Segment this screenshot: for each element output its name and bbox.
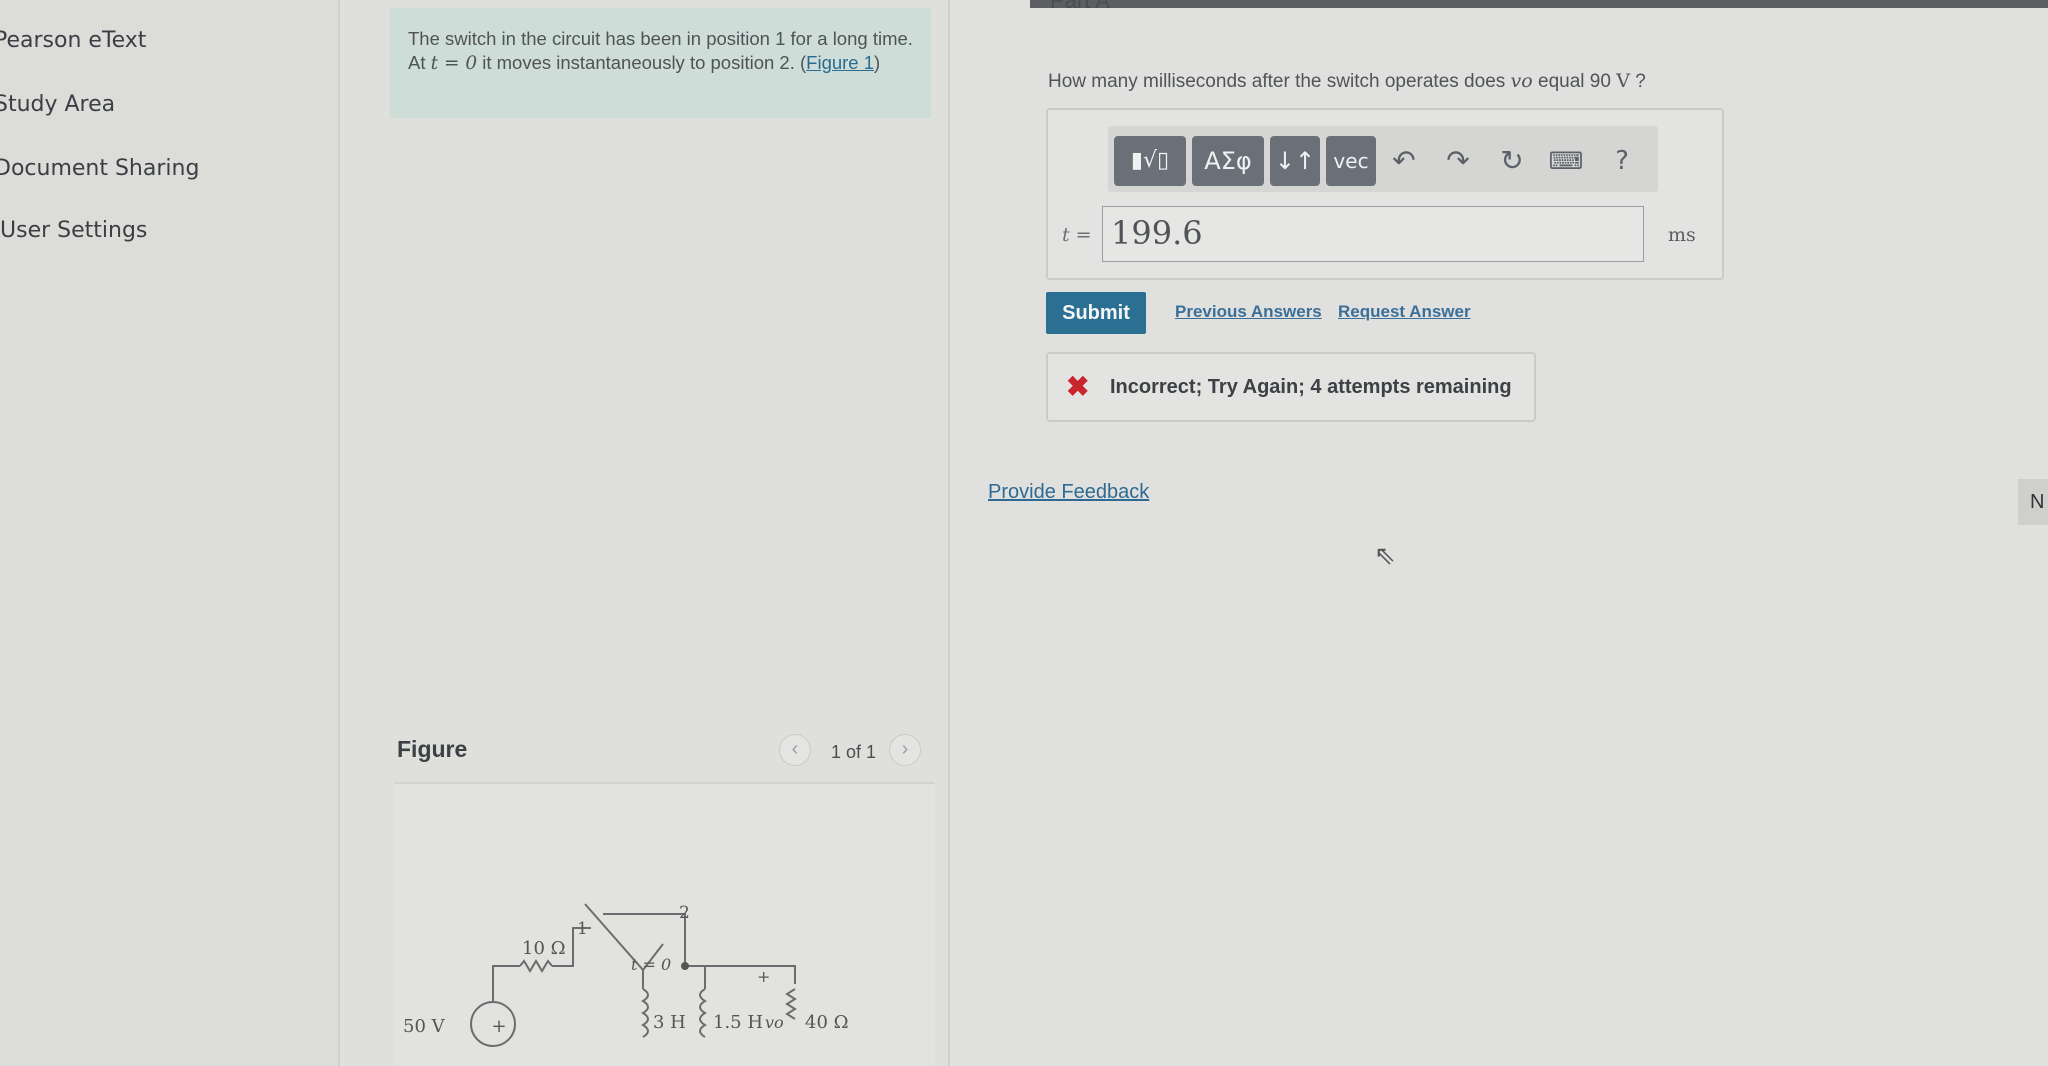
junction-node [681,962,689,970]
submit-button[interactable]: Submit [1046,292,1146,334]
nav-study-area[interactable]: Study Area [0,92,115,117]
templates-icon: ▮√▯ [1130,148,1170,173]
r2-label: 40 Ω [805,1012,849,1033]
subscript-button[interactable]: ↓↑ [1270,136,1320,186]
vo-plus-label: + [757,967,770,986]
vector-button[interactable]: vec [1326,136,1376,186]
templates-button[interactable]: ▮√▯ [1114,136,1186,186]
answer-unit-label: ms [1668,224,1696,246]
figure-prev-button[interactable]: ‹ [779,734,811,766]
pos1-label: 1 [577,919,588,939]
chevron-right-icon: › [901,738,909,760]
figure-link[interactable]: Figure 1 [806,52,874,73]
next-tab[interactable]: N [2018,479,2048,525]
problem-intro-box: The switch in the circuit has been in po… [390,8,931,118]
resistor-40-symbol [785,988,797,1020]
previous-answers-link[interactable]: Previous Answers [1175,302,1322,322]
feedback-box: ✖ Incorrect; Try Again; 4 attempts remai… [1046,352,1536,422]
question-var: vo [1510,70,1533,92]
math-toolbar: ▮√▯ ΑΣφ ↓↑ vec ↶ ↷ ↻ ⌨ ? [1108,126,1658,192]
source-label: 50 V [403,1016,446,1037]
inductor-1-5h-symbol [699,988,707,1038]
question-unit: V [1616,70,1630,92]
figure-pager: 1 of 1 [831,742,877,762]
nav-pearson-etext[interactable]: Pearson eText [0,28,146,53]
nav-user-settings[interactable]: User Settings [0,218,147,243]
svg-text:+: + [491,1016,506,1037]
request-answer-link[interactable]: Request Answer [1338,302,1471,322]
feedback-message: Incorrect; Try Again; 4 attempts remaini… [1110,376,1512,398]
part-label[interactable]: Part A [1050,0,1110,14]
circuit-diagram: + 50 V 10 Ω 1 2 t = 0 3 H 1.5 H vo + 40 … [403,903,849,1047]
intro-math: t = 0 [430,53,478,74]
answer-box: ▮√▯ ΑΣφ ↓↑ vec ↶ ↷ ↻ ⌨ ? t = 199.6 ms [1046,108,1724,280]
l2-label: 1.5 H [713,1012,763,1033]
greek-symbols-button[interactable]: ΑΣφ [1192,136,1264,186]
problem-statement: The switch in the circuit has been in po… [408,28,913,74]
switch-time-label: t = 0 [631,955,671,974]
provide-feedback-link[interactable]: Provide Feedback [988,481,1149,504]
keyboard-icon[interactable]: ⌨ [1544,136,1588,186]
undo-icon[interactable]: ↶ [1382,136,1426,186]
x-icon: ✖ [1066,371,1090,402]
answer-variable-label: t = [1062,224,1092,246]
figure-title: Figure [397,736,468,762]
help-button[interactable]: ? [1600,136,1644,186]
nav-document-sharing[interactable]: Document Sharing [0,156,199,181]
mouse-cursor-icon: ⇖ [1374,540,1396,570]
figure-next-button[interactable]: › [889,734,921,766]
vo-label: vo [765,1013,784,1032]
answer-panel: Part A How many milliseconds after the s… [950,0,2048,1066]
chevron-left-icon: ‹ [791,738,799,760]
l1-label: 3 H [653,1012,686,1033]
part-header-bar [1030,0,2048,8]
figure-area: + 50 V 10 Ω 1 2 t = 0 3 H 1.5 H vo + 40 … [395,784,975,1066]
resistor-10-symbol [519,959,553,973]
pos2-label: 2 [679,903,690,923]
reset-icon[interactable]: ↻ [1490,136,1534,186]
question-text: How many milliseconds after the switch o… [1048,70,1646,92]
sidebar-divider [338,0,340,1066]
problem-panel: The switch in the circuit has been in po… [347,0,975,1066]
sidebar: Pearson eText Study Area Document Sharin… [0,0,338,1066]
redo-icon[interactable]: ↷ [1436,136,1480,186]
answer-input[interactable]: 199.6 [1102,206,1644,262]
inductor-3h-symbol [641,988,649,1038]
r1-label: 10 Ω [522,938,566,959]
